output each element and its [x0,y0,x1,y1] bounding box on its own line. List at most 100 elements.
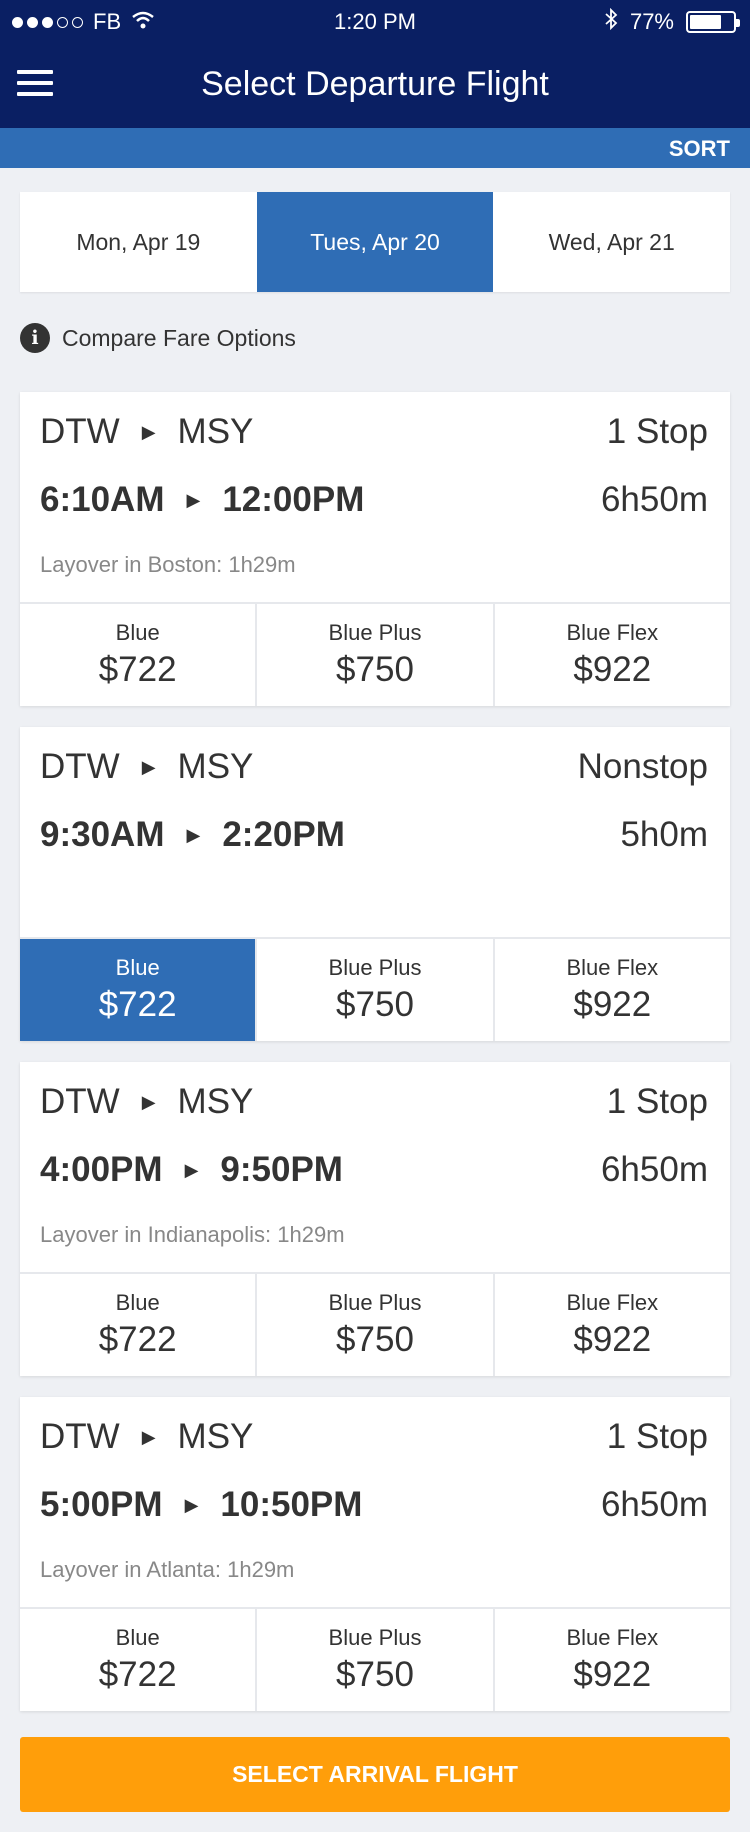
fare-name: Blue Plus [328,620,422,645]
fare-name: Blue [115,620,160,645]
compare-fare-options-label: Compare Fare Options [62,324,296,351]
flight-times: 6:10AM ▶ 12:00PM [40,480,364,520]
layover-info: Layover in Indianapolis: 1h29m [40,1222,345,1247]
flight-times: 9:30AM ▶ 2:20PM [40,815,345,855]
fare-price: $922 [573,985,652,1024]
page-title: Select Departure Flight [201,65,549,103]
flight-card[interactable]: DTW ▶ MSY 1 Stop 5:00PM ▶ 10:50PM 6h50m … [20,1397,730,1711]
fare-name: Blue Flex [566,1290,659,1315]
route-arrow-icon: ▶ [141,1426,156,1447]
time-arrow-icon: ▶ [186,489,201,510]
date-tab-wed-apr-21[interactable]: Wed, Apr 21 [493,192,730,292]
fare-option-blue[interactable]: Blue $722 [20,1609,255,1711]
fare-price: $922 [573,650,652,689]
flight-times: 5:00PM ▶ 10:50PM [40,1485,362,1525]
fare-option-blue[interactable]: Blue $722 [20,1274,255,1376]
fare-options: Blue $722 Blue Plus $750 Blue Flex $922 [20,602,730,706]
flight-route: DTW ▶ MSY [40,412,253,452]
status-right: 77% [604,7,740,36]
destination-code: MSY [177,747,254,786]
destination-code: MSY [177,412,254,451]
fare-name: Blue Plus [328,955,422,980]
route-arrow-icon: ▶ [141,1091,156,1112]
arrive-time: 9:50PM [220,1150,343,1189]
flight-route: DTW ▶ MSY [40,1082,253,1122]
fare-option-blue-flex[interactable]: Blue Flex $922 [492,1609,730,1711]
fare-option-blue-flex[interactable]: Blue Flex $922 [492,939,730,1041]
fare-price: $750 [336,1320,414,1359]
fare-option-blue-plus[interactable]: Blue Plus $750 [255,1609,492,1711]
sort-bar: SORT [0,128,750,168]
fare-price: $722 [98,650,177,689]
depart-time: 9:30AM [40,815,165,854]
fare-options: Blue $722 Blue Plus $750 Blue Flex $922 [20,937,730,1041]
fare-name: Blue [115,1625,160,1650]
flight-route: DTW ▶ MSY [40,1417,253,1457]
fare-option-blue-plus[interactable]: Blue Plus $750 [255,604,492,706]
depart-time: 4:00PM [40,1150,163,1189]
time-arrow-icon: ▶ [186,824,201,845]
stops-label: 1 Stop [606,1082,708,1121]
time-arrow-icon: ▶ [184,1159,199,1180]
destination-code: MSY [177,1417,254,1456]
flight-route: DTW ▶ MSY [40,747,253,787]
layover-info: Layover in Boston: 1h29m [40,552,296,577]
date-tab-tues-apr-20[interactable]: Tues, Apr 20 [256,192,494,292]
fare-name: Blue [115,955,160,980]
flight-times: 4:00PM ▶ 9:50PM [40,1150,343,1190]
origin-code: DTW [40,1417,120,1456]
fare-price: $750 [336,1655,414,1694]
route-arrow-icon: ▶ [141,756,156,777]
fare-option-blue-flex[interactable]: Blue Flex $922 [492,604,730,706]
route-arrow-icon: ▶ [141,421,156,442]
date-selector: Mon, Apr 19 Tues, Apr 20 Wed, Apr 21 [20,192,730,292]
compare-fare-options-link[interactable]: i Compare Fare Options [20,323,296,353]
flight-duration: 6h50m [600,480,708,519]
nav-bar: Select Departure Flight [0,42,750,128]
fare-name: Blue [115,1290,160,1315]
flight-card[interactable]: DTW ▶ MSY 1 Stop 4:00PM ▶ 9:50PM 6h50m L… [20,1062,730,1376]
depart-time: 5:00PM [40,1485,163,1524]
fare-price: $750 [336,650,414,689]
bluetooth-icon [604,7,618,36]
fare-price: $722 [98,1320,177,1359]
arrive-time: 12:00PM [222,480,365,519]
depart-time: 6:10AM [40,480,165,519]
fare-option-blue-plus[interactable]: Blue Plus $750 [255,939,492,1041]
flight-card[interactable]: DTW ▶ MSY 1 Stop 6:10AM ▶ 12:00PM 6h50m … [20,392,730,706]
battery-icon [686,11,740,33]
arrive-time: 10:50PM [220,1485,363,1524]
fare-options: Blue $722 Blue Plus $750 Blue Flex $922 [20,1272,730,1376]
fare-price: $922 [573,1320,652,1359]
fare-price: $722 [98,985,177,1024]
status-bar: FB 1:20 PM 77% [0,0,750,42]
destination-code: MSY [177,1082,254,1121]
fare-price: $922 [573,1655,652,1694]
fare-name: Blue Flex [566,1625,659,1650]
fare-name: Blue Flex [566,620,659,645]
stops-label: Nonstop [577,747,708,786]
fare-name: Blue Plus [328,1625,422,1650]
fare-price: $750 [336,985,414,1024]
date-tab-mon-apr-19[interactable]: Mon, Apr 19 [20,192,257,292]
flight-duration: 6h50m [600,1485,708,1524]
select-arrival-flight-button[interactable]: SELECT ARRIVAL FLIGHT [20,1737,730,1812]
flight-card[interactable]: DTW ▶ MSY Nonstop 9:30AM ▶ 2:20PM 5h0m B… [20,727,730,1041]
fare-price: $722 [98,1655,177,1694]
fare-option-blue-flex[interactable]: Blue Flex $922 [492,1274,730,1376]
fare-option-blue[interactable]: Blue $722 [20,604,255,706]
fare-name: Blue Flex [566,955,659,980]
fare-options: Blue $722 Blue Plus $750 Blue Flex $922 [20,1607,730,1711]
stops-label: 1 Stop [606,1417,708,1456]
time-arrow-icon: ▶ [184,1494,199,1515]
fare-option-blue-plus[interactable]: Blue Plus $750 [255,1274,492,1376]
stops-label: 1 Stop [606,412,708,451]
origin-code: DTW [40,1082,120,1121]
fare-name: Blue Plus [328,1290,422,1315]
origin-code: DTW [40,412,120,451]
arrive-time: 2:20PM [222,815,345,854]
sort-button[interactable]: SORT [669,136,730,162]
origin-code: DTW [40,747,120,786]
fare-option-blue[interactable]: Blue $722 [20,939,256,1041]
flight-duration: 5h0m [620,815,708,854]
